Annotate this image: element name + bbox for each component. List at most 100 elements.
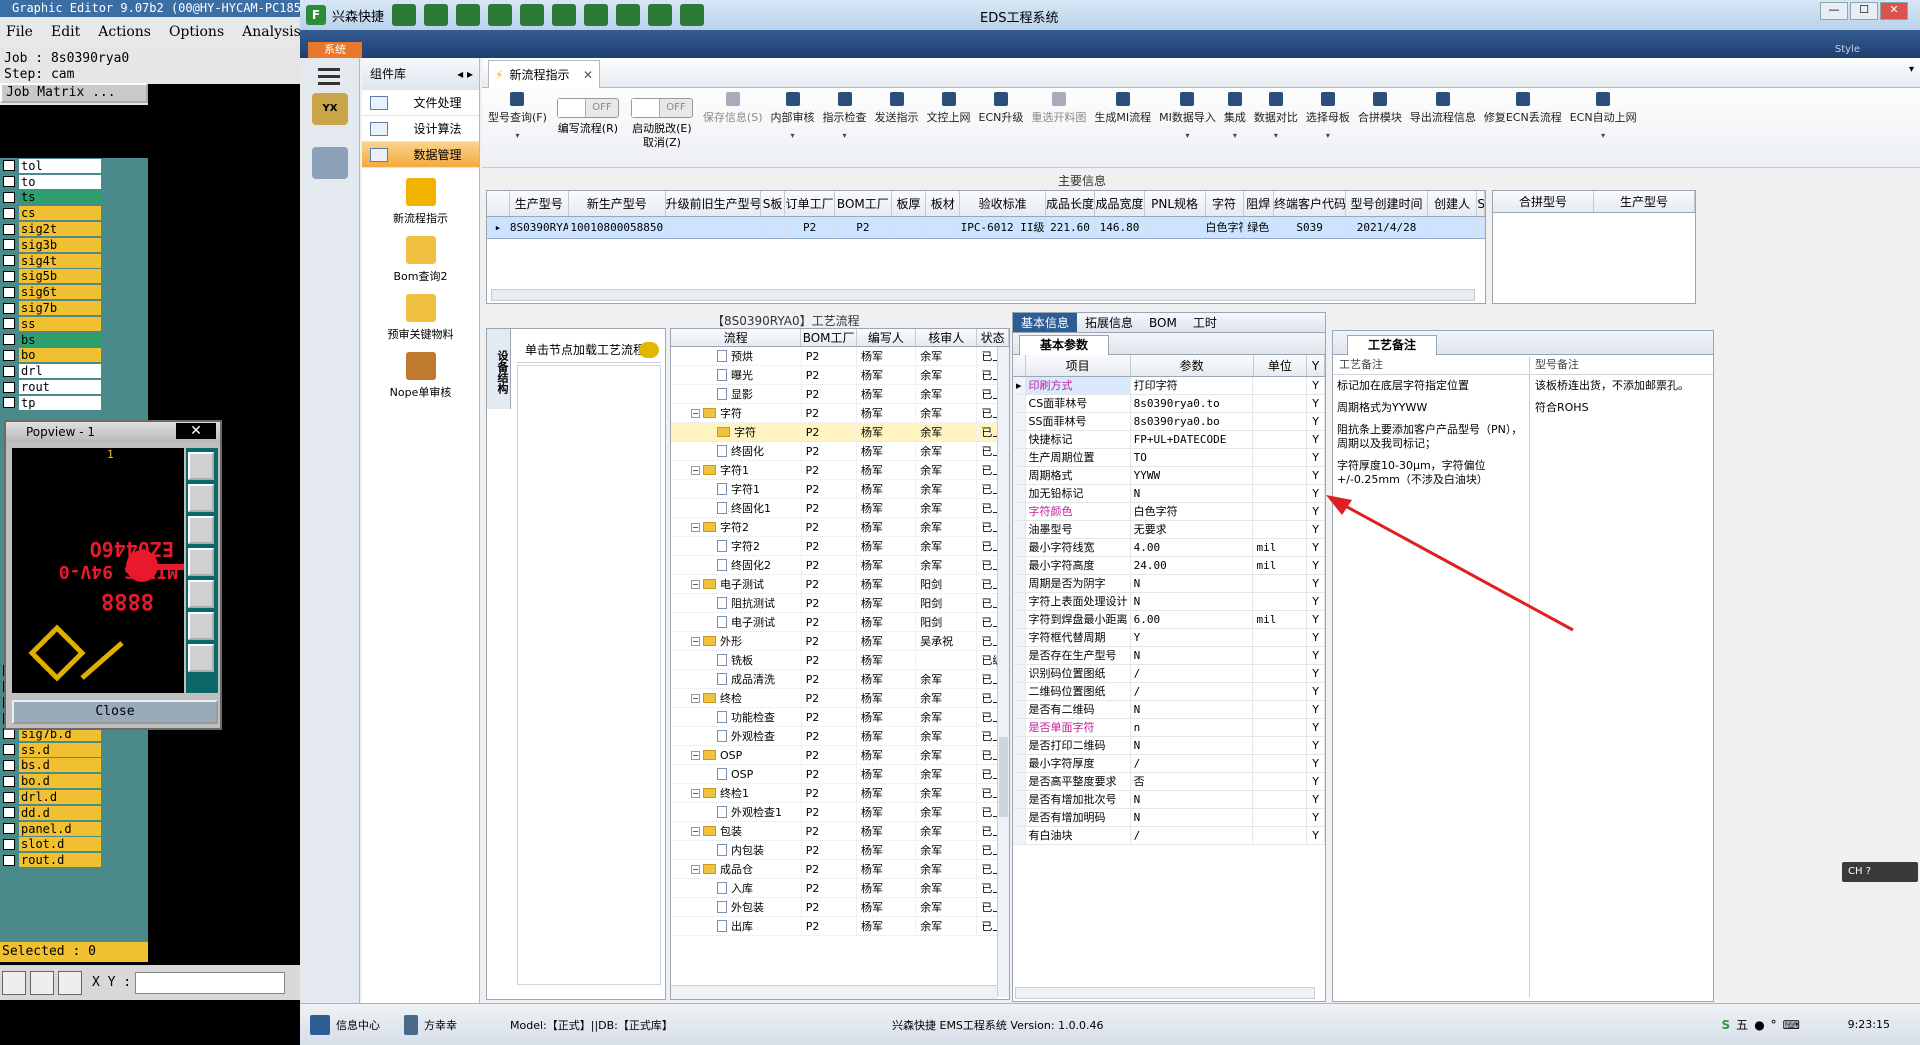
flow-node[interactable]: 外观检查 <box>671 727 802 745</box>
pan-down-icon[interactable] <box>188 516 214 544</box>
flow-row[interactable]: −电子测试P2杨军阳剑已上网 <box>671 575 1009 594</box>
flow-row[interactable]: 内包装P2杨军余军已上网 <box>671 841 1009 860</box>
layer-row[interactable]: tol <box>0 158 148 174</box>
expand-icon[interactable]: − <box>691 579 700 589</box>
param-value[interactable]: N <box>1131 809 1254 826</box>
layer-checkbox[interactable] <box>3 349 15 361</box>
maximize-button[interactable]: ☐ <box>1850 2 1878 20</box>
param-row[interactable]: 是否高平整度要求否 Y <box>1013 773 1325 791</box>
param-row[interactable]: 油墨型号 无要求 Y <box>1013 521 1325 539</box>
basic-info-tab[interactable]: 拓展信息 <box>1077 313 1141 332</box>
system-menu-button[interactable]: 系统 <box>308 42 362 58</box>
layer-row[interactable]: sig6t <box>0 284 148 300</box>
minimize-button[interactable]: — <box>1820 2 1848 20</box>
layer-row[interactable]: ts <box>0 190 148 206</box>
param-value[interactable]: N <box>1131 593 1254 610</box>
layer-checkbox[interactable] <box>3 207 15 219</box>
layer-checkbox[interactable] <box>3 823 15 835</box>
param-flag[interactable]: Y <box>1307 629 1325 646</box>
dropdown-arrow-icon[interactable]: ▾ <box>515 131 519 140</box>
toolbar-button[interactable]: 文控上网 <box>927 92 971 125</box>
param-value[interactable]: YYWW <box>1131 467 1254 484</box>
expand-icon[interactable]: − <box>691 693 700 703</box>
param-row[interactable]: 是否存在生产型号 N Y <box>1013 647 1325 665</box>
flow-row[interactable]: 终固化P2杨军余军已上网 <box>671 442 1009 461</box>
param-value[interactable]: N <box>1131 737 1254 754</box>
main-info-column[interactable]: 升级前旧生产型号 <box>666 191 761 216</box>
flow-row[interactable]: 预烘P2杨军余军已上网 <box>671 347 1009 366</box>
toolbar-button[interactable]: 导出流程信息 <box>1410 92 1476 125</box>
flow-node[interactable]: − 电子测试 <box>671 575 802 593</box>
flow-row[interactable]: 电子测试P2杨军阳剑已上网 <box>671 613 1009 632</box>
pan-left-icon[interactable] <box>188 548 214 576</box>
flow-node[interactable]: 终固化1 <box>671 499 802 517</box>
param-value[interactable]: / <box>1131 755 1254 772</box>
flow-node[interactable]: 出库 <box>671 917 802 935</box>
param-flag[interactable]: Y <box>1307 737 1325 754</box>
layer-row[interactable]: bs.d <box>0 758 148 774</box>
style-label[interactable]: Style <box>1835 44 1860 55</box>
param-flag[interactable]: Y <box>1307 719 1325 736</box>
library-shortcut[interactable]: Bom查询2 <box>362 236 479 284</box>
main-info-column[interactable]: 成品宽度 <box>1095 191 1145 216</box>
layer-row[interactable]: bo <box>0 348 148 364</box>
zoom-in-icon[interactable] <box>188 612 214 640</box>
flow-node[interactable]: 字符2 <box>671 537 802 555</box>
flow-node[interactable]: 终固化2 <box>671 556 802 574</box>
flow-node-box[interactable] <box>517 365 661 985</box>
toolbar-button[interactable]: 型号查询(F) ▾ <box>488 92 547 140</box>
param-value[interactable]: 8s0390rya0.to <box>1131 395 1254 412</box>
dropdown-arrow-icon[interactable]: ▾ <box>1274 131 1278 140</box>
flow-node[interactable]: 入库 <box>671 879 802 897</box>
ime-logo-icon[interactable]: S <box>1722 1018 1731 1032</box>
param-flag[interactable]: Y <box>1307 611 1325 628</box>
flow-row[interactable]: −字符2P2杨军余军已上网 <box>671 518 1009 537</box>
flow-column[interactable]: BOM工厂 <box>801 329 857 346</box>
flow-node[interactable]: − 字符2 <box>671 518 802 536</box>
param-flag[interactable]: Y <box>1307 449 1325 466</box>
flow-node[interactable]: 预烘 <box>671 347 802 365</box>
param-flag[interactable]: Y <box>1307 701 1325 718</box>
basic-info-hscroll[interactable] <box>1015 987 1315 999</box>
quick-globe-icon[interactable] <box>424 4 449 26</box>
layer-row[interactable]: sig5b <box>0 269 148 285</box>
param-value[interactable]: N <box>1131 647 1254 664</box>
basic-info-column[interactable]: 参数 <box>1131 355 1254 376</box>
job-matrix-button[interactable]: Job Matrix ... <box>0 83 148 103</box>
param-flag[interactable]: Y <box>1307 647 1325 664</box>
tab-new-process[interactable]: ⚡ 新流程指示 ✕ <box>488 60 600 88</box>
param-row[interactable]: 是否有增加明码 N Y <box>1013 809 1325 827</box>
param-value[interactable]: 白色字符 <box>1131 503 1254 520</box>
layer-row[interactable]: sig4t <box>0 253 148 269</box>
flow-row[interactable]: 字符P2杨军余军已上网 <box>671 423 1009 442</box>
param-flag[interactable]: Y <box>1307 539 1325 556</box>
param-value[interactable]: TO <box>1131 449 1254 466</box>
param-row[interactable]: 最小字符线宽 4.00 mil Y <box>1013 539 1325 557</box>
flow-row[interactable]: −终检P2杨军余军已上网 <box>671 689 1009 708</box>
param-row[interactable]: 生产周期位置 TO Y <box>1013 449 1325 467</box>
flow-node[interactable]: 功能检查 <box>671 708 802 726</box>
param-value[interactable]: / <box>1131 683 1254 700</box>
quick-film-icon[interactable] <box>520 4 545 26</box>
main-info-column[interactable]: 终端客户代码 <box>1274 191 1347 216</box>
param-flag[interactable]: Y <box>1307 413 1325 430</box>
layer-row[interactable]: to <box>0 174 148 190</box>
main-info-column[interactable]: 型号创建时间 <box>1346 191 1428 216</box>
toolbar-button[interactable]: 内部审核 ▾ <box>771 92 815 140</box>
library-item[interactable]: 数据管理 <box>362 142 479 168</box>
flow-row[interactable]: 字符2P2杨军余军已上网 <box>671 537 1009 556</box>
toolbar-button[interactable]: 选择母板 ▾ <box>1306 92 1350 140</box>
layer-row[interactable]: rout <box>0 379 148 395</box>
param-row[interactable]: 字符颜色 白色字符 Y <box>1013 503 1325 521</box>
popview-close-button[interactable]: Close <box>12 700 218 724</box>
tool-measure-icon[interactable] <box>30 970 54 995</box>
param-value[interactable]: 否 <box>1131 773 1254 790</box>
flow-row[interactable]: −外形P2杨军吴承祝已上网 <box>671 632 1009 651</box>
layer-row[interactable]: sig3b <box>0 237 148 253</box>
info-center-label[interactable]: 信息中心 <box>336 1017 380 1033</box>
param-row[interactable]: CS面菲林号 8s0390rya0.to Y <box>1013 395 1325 413</box>
toolbar-button[interactable]: 生成MI流程 <box>1094 92 1151 125</box>
main-info-column[interactable]: 生产型号 <box>510 191 569 216</box>
param-value[interactable]: Y <box>1131 629 1254 646</box>
toggle-control[interactable]: OFF 启动脱改(E) 取消(Z) <box>630 98 693 150</box>
